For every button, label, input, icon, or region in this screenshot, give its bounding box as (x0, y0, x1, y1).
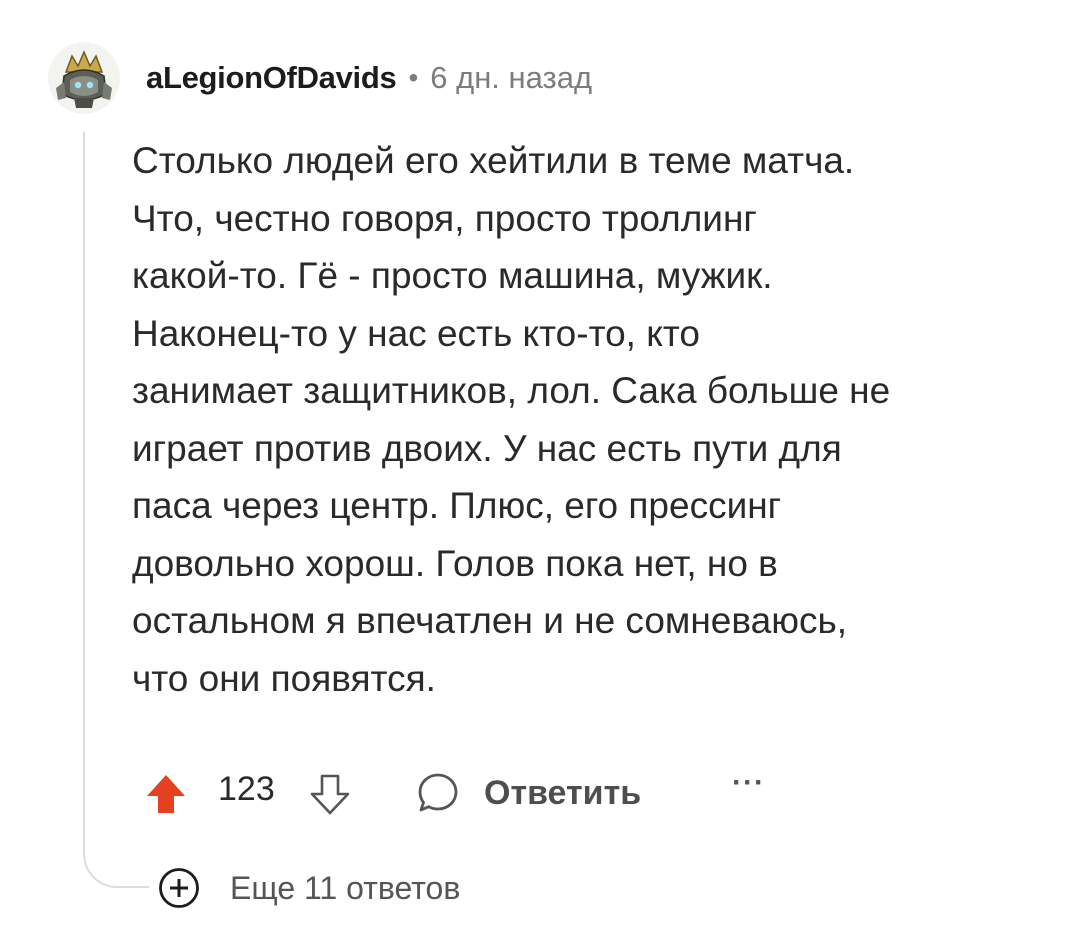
separator-dot: • (408, 62, 419, 93)
comment-body: Столько людей его хейтили в теме матча. … (132, 132, 1052, 707)
speech-bubble-icon (418, 773, 458, 812)
avatar[interactable] (48, 42, 120, 114)
arrow-down-icon (310, 774, 350, 815)
comment-body-line: какой-то. Гё - просто машина, мужик. (132, 255, 773, 296)
comment-actions: 123 Ответить ··· (132, 760, 1032, 824)
comment-body-line: Что, честно говоря, просто троллинг (132, 197, 757, 239)
plus-circle-icon (159, 868, 199, 908)
timestamp: 6 дн. назад (430, 60, 593, 95)
downvote-button[interactable] (308, 772, 352, 816)
comment-header: aLegionOfDavids • 6 дн. назад (146, 54, 592, 102)
arrow-up-icon (147, 775, 185, 813)
avatar-robot-knight-icon (48, 42, 120, 114)
comment-body-line: что они появятся. (132, 657, 436, 699)
comment-body-line: паса через центр. Плюс, его прессинг (132, 485, 782, 526)
reply-label: Ответить (484, 773, 642, 812)
comment-body-line: довольно хорош. Голов пока нет, но в (132, 542, 778, 584)
comment-body-line: Наконец-то у нас есть кто-то, кто (132, 312, 700, 354)
comment-body-line: Столько людей его хейтили в теме матча. (132, 140, 855, 181)
reply-button[interactable]: Ответить (416, 768, 641, 818)
upvote-button[interactable] (144, 772, 188, 816)
more-options-button[interactable]: ··· (732, 766, 765, 800)
more-replies-button[interactable]: Еще 11 ответов (158, 864, 460, 912)
comment-body-line: остальном я впечатлен и не сомневаюсь, (132, 600, 847, 641)
comment-body-line: играет против двоих. У нас есть пути для (132, 427, 842, 469)
more-replies-label: Еще 11 ответов (230, 869, 461, 906)
vote-count: 123 (218, 770, 275, 808)
comment-body-line: занимает защитников, лол. Сака больше не (132, 370, 891, 411)
username-link[interactable]: aLegionOfDavids (146, 60, 397, 96)
